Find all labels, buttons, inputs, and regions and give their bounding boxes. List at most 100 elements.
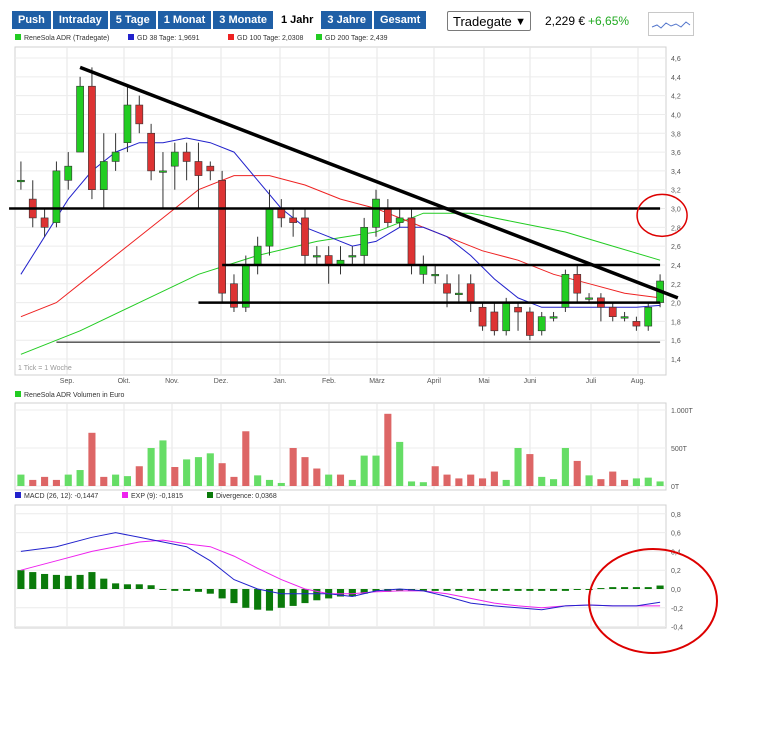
candle — [431, 274, 440, 277]
divergence-bar — [17, 570, 25, 589]
month-label: Dez. — [214, 378, 228, 385]
volume-bar — [325, 474, 333, 486]
volume-bar — [396, 441, 404, 486]
divergence-bar — [644, 587, 652, 589]
volume-tick: 1.000T — [671, 408, 694, 415]
candle — [419, 264, 428, 275]
candle — [514, 306, 522, 313]
divergence-bar — [112, 583, 120, 589]
candle — [194, 161, 203, 176]
month-label: April — [427, 378, 441, 385]
divergence-bar — [431, 589, 439, 591]
candle — [455, 292, 463, 295]
candle — [478, 306, 487, 327]
divergence-bar — [147, 585, 155, 589]
divergence-bar — [621, 587, 629, 589]
volume-bar — [218, 463, 226, 486]
divergence-bar — [29, 572, 37, 589]
divergence-bar — [183, 589, 191, 591]
candle — [147, 132, 155, 172]
candle — [64, 165, 73, 181]
panel-frame-1 — [14, 46, 667, 376]
price-tick: 1,4 — [671, 357, 681, 364]
price-tick: 3,8 — [671, 131, 681, 138]
divergence-bar — [597, 588, 605, 590]
volume-bar — [112, 474, 120, 486]
candle — [265, 208, 274, 247]
candle — [88, 85, 96, 190]
divergence-bar — [289, 589, 297, 606]
candle — [490, 311, 499, 332]
price-tick: 1,6 — [671, 338, 681, 345]
main-legend-item: GD 38 Tage: 1,9691 — [137, 35, 200, 42]
divergence-bar — [52, 574, 60, 589]
main-legend-item: GD 200 Tage: 2,439 — [325, 35, 388, 42]
volume-bar — [123, 476, 131, 486]
candle — [312, 255, 321, 258]
divergence-bar — [123, 584, 131, 589]
price-tick: 2,0 — [671, 301, 681, 308]
volume-bar — [147, 448, 155, 486]
volume-bar — [621, 479, 629, 486]
candle — [52, 170, 61, 223]
divergence-bar — [490, 589, 498, 591]
volume-bar — [632, 478, 640, 486]
macd-tick: 0,6 — [671, 531, 681, 538]
divergence-bar — [159, 589, 167, 590]
legend-swatch — [15, 34, 21, 40]
macd-legend-item: EXP (9): -0,1815 — [131, 493, 183, 500]
volume-bar — [64, 474, 72, 486]
price-tick: 4,6 — [671, 56, 681, 63]
macd-tick: -0,2 — [671, 606, 683, 613]
month-label: März — [369, 378, 385, 385]
candle — [159, 170, 167, 173]
price-tick: 1,8 — [671, 319, 681, 326]
month-label: Nov. — [165, 378, 179, 385]
legend-swatch — [316, 34, 322, 40]
month-label: Juni — [524, 378, 537, 385]
highlight-circle — [636, 193, 688, 238]
volume-bar — [372, 455, 380, 486]
macd-tick: -0,4 — [671, 625, 683, 632]
volume-bar — [407, 481, 416, 486]
volume-tick: 500T — [671, 446, 688, 453]
divergence-bar — [301, 589, 309, 604]
candle — [549, 316, 558, 319]
divergence-bar — [218, 589, 226, 599]
volume-bar — [171, 467, 179, 486]
volume-bar — [550, 479, 558, 486]
month-label: Okt. — [118, 378, 131, 385]
volume-bar — [478, 478, 487, 486]
price-tick: 3,6 — [671, 150, 681, 157]
candle — [608, 306, 617, 317]
candle — [289, 217, 298, 223]
divergence-bar — [88, 572, 96, 589]
divergence-bar — [206, 589, 214, 594]
volume-bar — [455, 478, 463, 486]
candle — [466, 283, 475, 303]
divergence-bar — [550, 589, 558, 591]
candle — [17, 179, 25, 183]
volume-bar — [597, 479, 605, 486]
price-tick: 4,2 — [671, 94, 681, 101]
candle — [360, 227, 369, 256]
candle — [182, 151, 191, 162]
candle — [348, 255, 357, 258]
volume-bar — [360, 455, 368, 486]
macd-tick: 0,2 — [671, 568, 681, 575]
legend-swatch — [207, 492, 213, 498]
volume-bar — [76, 470, 84, 486]
candle — [407, 217, 416, 266]
volume-bar — [242, 431, 250, 486]
trend-line — [79, 65, 679, 300]
legend-swatch — [15, 492, 21, 498]
volume-bar — [230, 476, 238, 486]
divergence-bar — [100, 578, 108, 589]
candle — [573, 274, 582, 294]
candle — [620, 316, 629, 319]
divergence-bar — [242, 589, 250, 608]
volume-bar — [88, 432, 96, 486]
chart-canvas: Sep. Okt. Nov. Dez. Jan. Feb. März April Mai Juni… — [9, 34, 718, 654]
candle — [585, 297, 593, 300]
divergence-bar — [656, 585, 664, 589]
